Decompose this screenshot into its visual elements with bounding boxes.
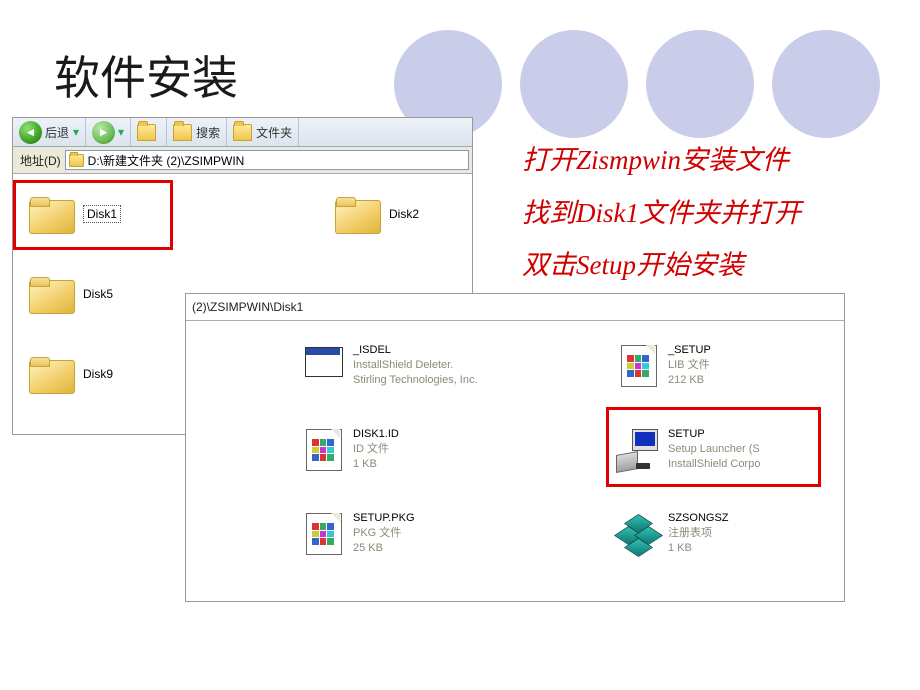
dropdown-arrow-icon: ▾ [118,125,124,139]
file-meta: PKG 文件 [353,526,415,541]
instruction-line-2: 找到Disk1文件夹并打开 [522,187,801,240]
address-field[interactable]: D:\新建文件夹 (2)\ZSIMPWIN [65,150,469,170]
folder-icon [27,274,75,314]
search-button[interactable]: 搜索 [167,118,227,146]
folder-disk2[interactable]: Disk2 [333,194,419,234]
file-disk1id[interactable]: DISK1.ID ID 文件 1 KB [301,427,399,472]
instruction-line-1: 打开Zismpwin安装文件 [522,134,801,187]
file-meta: ID 文件 [353,442,399,457]
forward-button[interactable]: ► ▾ [86,118,131,146]
file-icon [301,427,345,471]
file-setup-lib[interactable]: _SETUP LIB 文件 212 KB [616,343,711,388]
file-meta: 1 KB [353,457,399,472]
forward-icon: ► [92,121,115,144]
grid-icon [312,523,334,545]
registry-icon [616,511,660,555]
file-name: DISK1.ID [353,427,399,442]
back-button[interactable]: ◄ 后退 ▾ [13,118,86,146]
file-pane: _ISDEL InstallShield Deleter. Stirling T… [186,321,844,601]
file-setup[interactable]: SETUP Setup Launcher (S InstallShield Co… [616,427,760,472]
folder-label: Disk2 [389,207,419,221]
file-meta: 212 KB [668,373,711,388]
folder-icon [27,194,75,234]
folder-disk5[interactable]: Disk5 [27,274,113,314]
file-name: SZSONGSZ [668,511,729,526]
file-meta: 1 KB [668,541,729,556]
instructions-block: 打开Zismpwin安装文件 找到Disk1文件夹并打开 双击Setup开始安装 [522,134,801,292]
file-meta: 注册表项 [668,526,729,541]
file-meta: InstallShield Deleter. [353,358,478,373]
search-folder-icon [173,124,192,141]
file-meta: 25 KB [353,541,415,556]
address-path: D:\新建文件夹 (2)\ZSIMPWIN [88,152,245,169]
address-label: 地址(D) [16,152,65,169]
instruction-line-3: 双击Setup开始安装 [522,239,801,292]
address-bar-2[interactable]: (2)\ZSIMPWIN\Disk1 [186,294,844,321]
file-icon [616,343,660,387]
address-bar: 地址(D) D:\新建文件夹 (2)\ZSIMPWIN [13,147,472,174]
folders-icon [233,124,252,141]
folders-label: 文件夹 [256,124,292,141]
grid-icon [627,355,649,377]
folder-disk9[interactable]: Disk9 [27,354,113,394]
up-button[interactable] [131,118,167,146]
explorer-window-disk1: (2)\ZSIMPWIN\Disk1 _ISDEL InstallShield … [185,293,845,602]
dropdown-arrow-icon: ▾ [73,125,79,139]
file-isdel[interactable]: _ISDEL InstallShield Deleter. Stirling T… [301,343,478,388]
address-path-2: (2)\ZSIMPWIN\Disk1 [192,300,303,314]
file-name: _ISDEL [353,343,478,358]
folder-label: Disk1 [83,205,121,223]
back-icon: ◄ [19,121,42,144]
search-label: 搜索 [196,124,220,141]
folder-up-icon [137,124,156,141]
file-name: SETUP [668,427,760,442]
file-szsongsz[interactable]: SZSONGSZ 注册表项 1 KB [616,511,729,556]
installer-icon [616,427,660,471]
deco-circle [772,30,880,138]
file-meta: InstallShield Corpo [668,457,760,472]
deco-circle [520,30,628,138]
file-name: _SETUP [668,343,711,358]
file-setuppkg[interactable]: SETUP.PKG PKG 文件 25 KB [301,511,415,556]
file-icon [301,511,345,555]
folder-label: Disk9 [83,367,113,381]
folder-icon [27,354,75,394]
folders-button[interactable]: 文件夹 [227,118,299,146]
folder-icon [69,154,84,167]
folder-disk1[interactable]: Disk1 [27,194,121,234]
slide-title: 软件安装 [54,42,238,108]
folder-label: Disk5 [83,287,113,301]
grid-icon [312,439,334,461]
app-icon [301,343,345,387]
file-meta: Setup Launcher (S [668,442,760,457]
folder-icon [333,194,381,234]
file-meta: Stirling Technologies, Inc. [353,373,478,388]
deco-circle [646,30,754,138]
file-meta: LIB 文件 [668,358,711,373]
toolbar: ◄ 后退 ▾ ► ▾ 搜索 文件夹 [13,118,472,147]
back-label: 后退 [45,124,69,141]
file-name: SETUP.PKG [353,511,415,526]
